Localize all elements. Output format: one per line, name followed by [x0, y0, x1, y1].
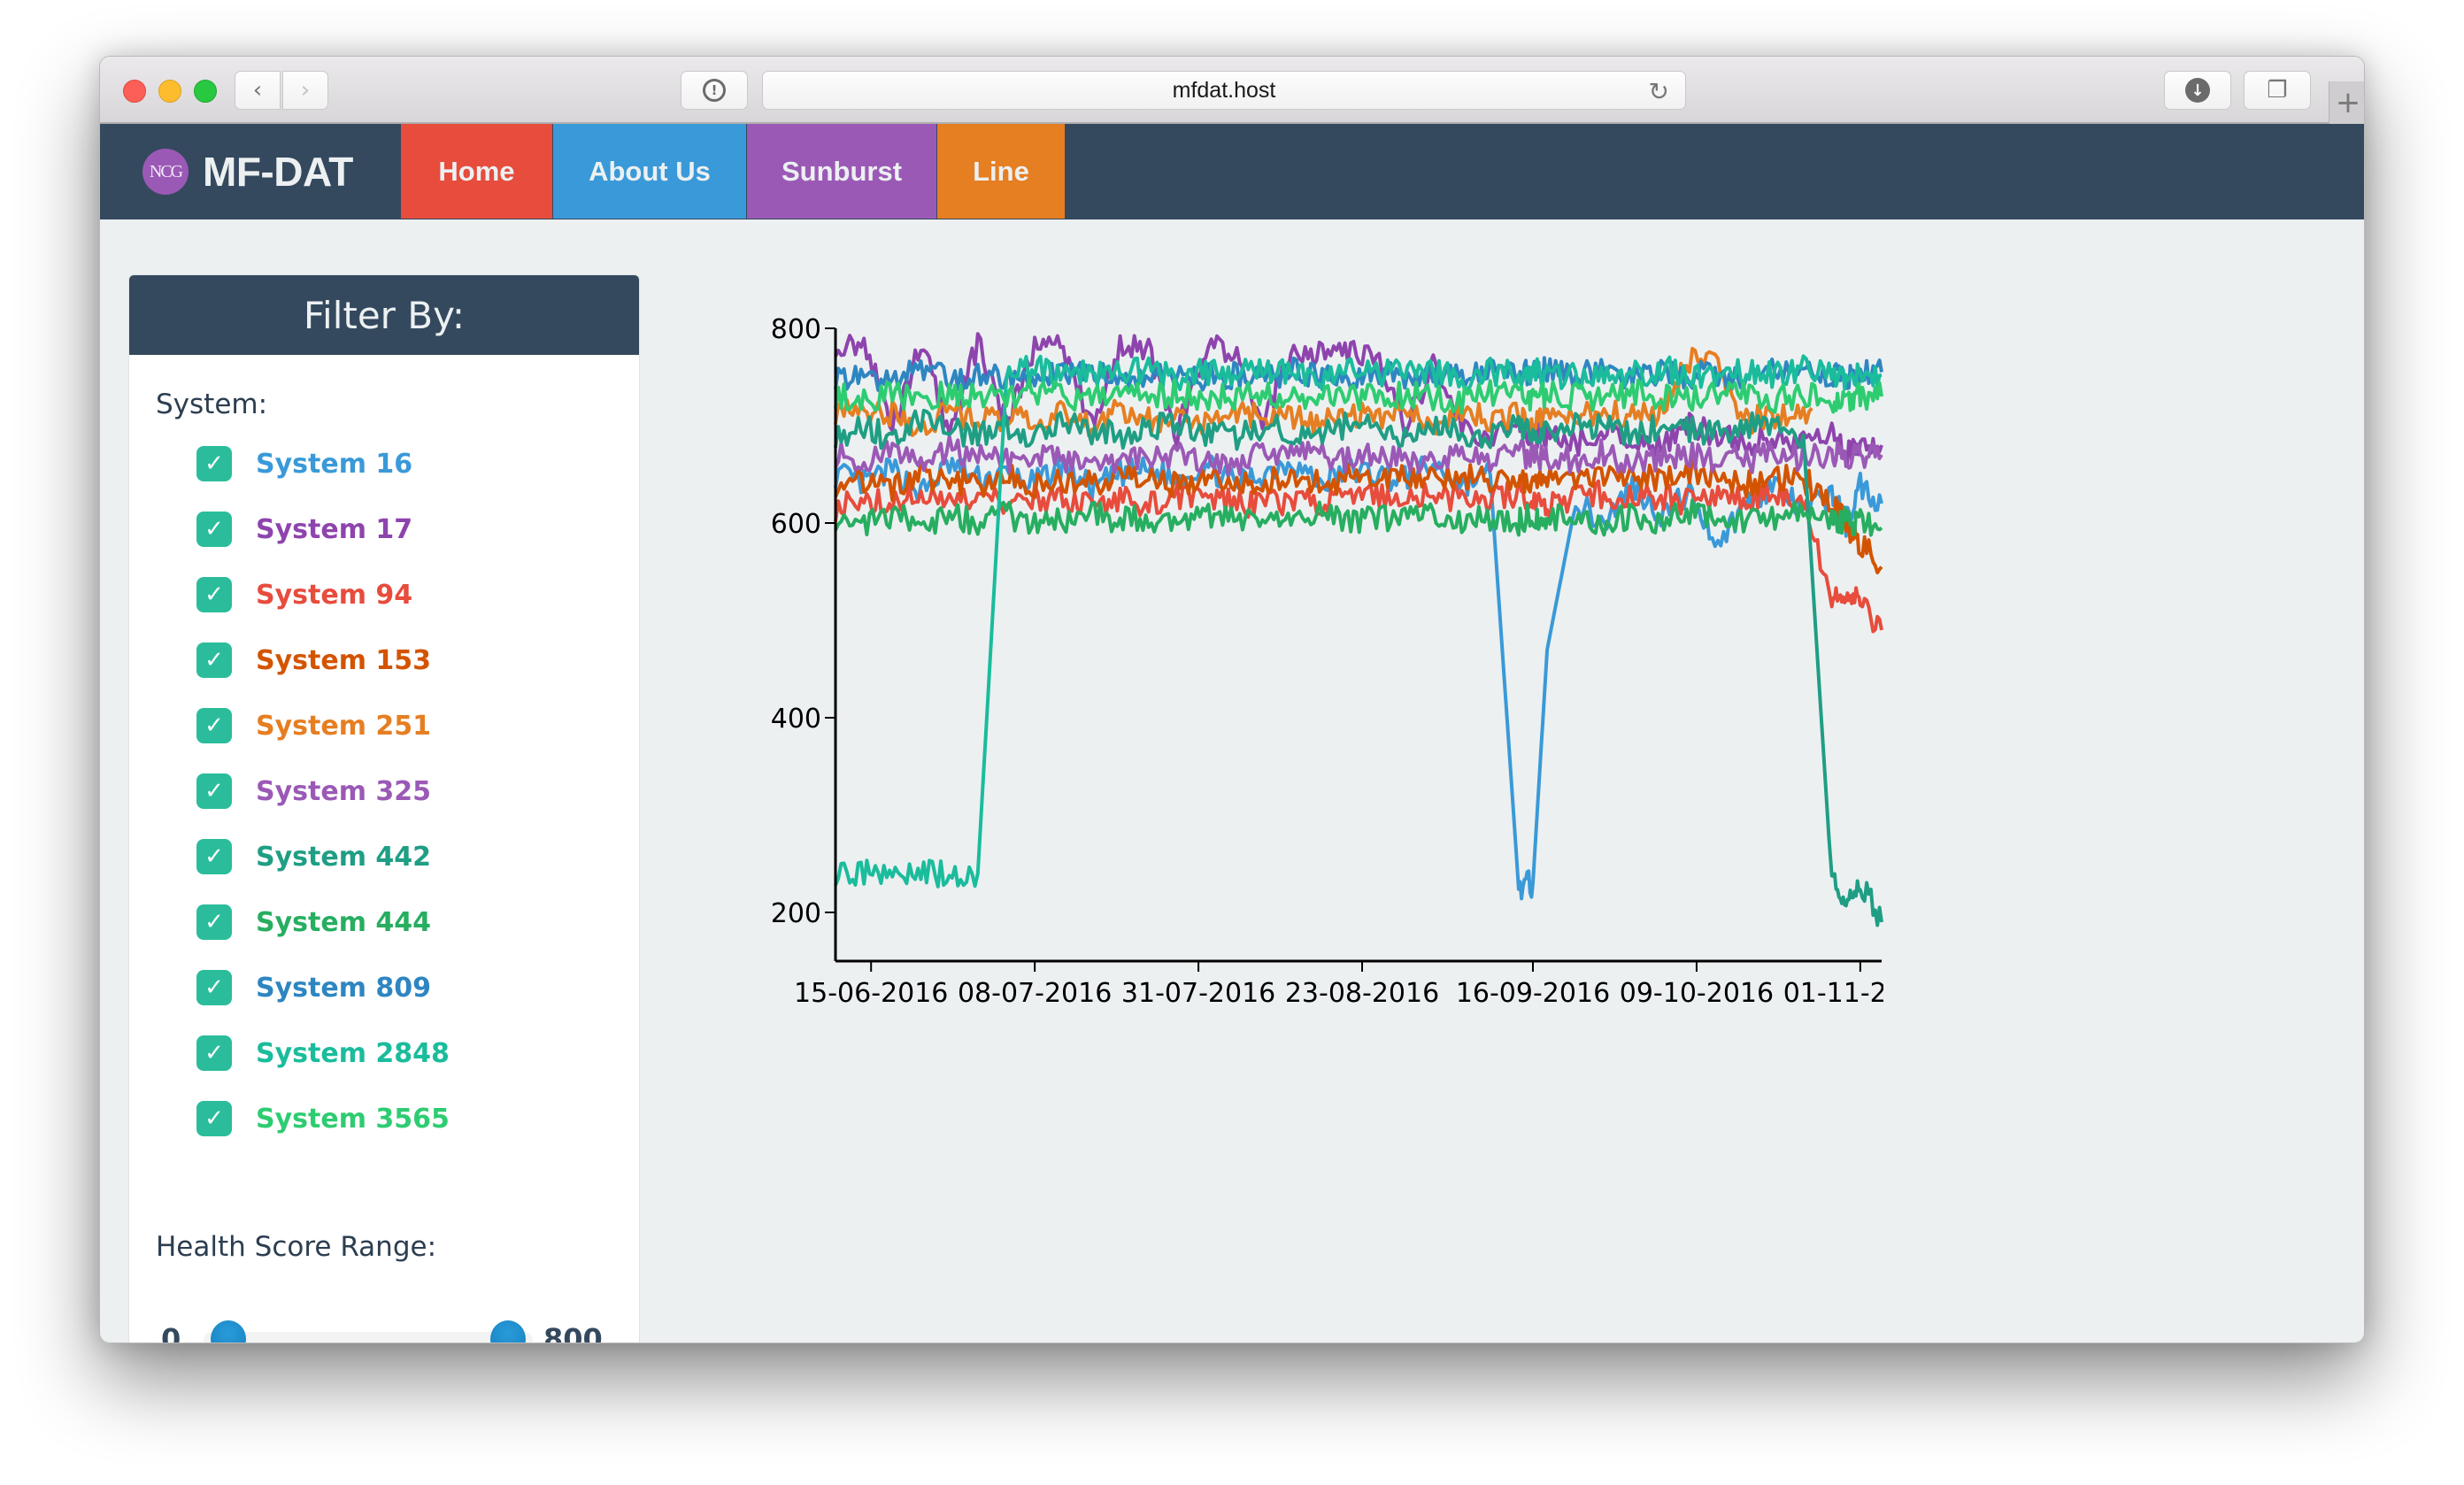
- system-label: System 16: [256, 448, 413, 480]
- nav-tab-sunburst[interactable]: Sunburst: [747, 124, 936, 219]
- back-button[interactable]: ‹: [235, 71, 281, 110]
- y-tick-label: 600: [771, 509, 821, 540]
- x-tick-label: 09-10-2016: [1620, 978, 1774, 1009]
- browser-window: ‹ › ! mfdat.host ↻ ↓ ❐ + NCG MF-DAT Home…: [99, 56, 2365, 1343]
- chart-axes: 200 400 600 800 15-06-2016 08-07-2016 31-07-20…: [771, 314, 1937, 1009]
- close-window-button[interactable]: [123, 80, 146, 103]
- system-checkbox-item[interactable]: ✓ System 153: [196, 642, 431, 678]
- x-tick-label: 23-08-2016: [1285, 978, 1439, 1009]
- download-icon: ↓: [2185, 78, 2210, 103]
- series-line-system-325: [834, 435, 1883, 477]
- series-line-system-16: [834, 454, 1883, 901]
- chevron-right-icon: ›: [300, 77, 311, 104]
- system-label: System 94: [256, 579, 413, 611]
- system-checkbox-item[interactable]: ✓ System 251: [196, 708, 431, 743]
- password-manager-button[interactable]: !: [681, 71, 748, 110]
- checkbox-checked-icon[interactable]: ✓: [196, 1101, 232, 1136]
- brand[interactable]: NCG MF-DAT: [142, 124, 353, 219]
- range-handle-low[interactable]: [211, 1320, 246, 1343]
- system-checkbox-item[interactable]: ✓ System 2848: [196, 1035, 450, 1071]
- maximize-window-button[interactable]: [194, 80, 217, 103]
- health-score-range-slider[interactable]: 0 800: [154, 1317, 614, 1343]
- y-tick-label: 400: [771, 704, 821, 735]
- system-label: System 809: [256, 972, 432, 1004]
- y-tick-label: 800: [771, 314, 821, 345]
- chevron-left-icon: ‹: [252, 77, 263, 104]
- nav-tab-line[interactable]: Line: [937, 124, 1065, 219]
- checkbox-checked-icon[interactable]: ✓: [196, 512, 232, 547]
- x-tick-label: 15-06-2016: [794, 978, 948, 1009]
- tab-overview-icon: ❐: [2267, 77, 2288, 104]
- system-checkbox-item[interactable]: ✓ System 94: [196, 577, 412, 612]
- series-line-system-2848: [834, 354, 1883, 889]
- series-line-system-3565: [834, 378, 1883, 415]
- system-label: System 442: [256, 841, 432, 873]
- browser-titlebar: ‹ › ! mfdat.host ↻ ↓ ❐ +: [100, 57, 2364, 124]
- checkbox-checked-icon[interactable]: ✓: [196, 446, 232, 481]
- system-label: System 325: [256, 775, 432, 807]
- address-bar[interactable]: mfdat.host ↻: [762, 71, 1686, 110]
- system-checkbox-item[interactable]: ✓ System 17: [196, 512, 412, 547]
- series-lines: [834, 332, 1883, 927]
- forward-button[interactable]: ›: [282, 71, 328, 110]
- reload-icon[interactable]: ↻: [1649, 77, 1669, 106]
- series-line-system-251: [834, 346, 1813, 438]
- filter-panel: Filter By: System: ✓ System 16 ✓ System 17 ✓…: [128, 274, 640, 1343]
- system-checkbox-item[interactable]: ✓ System 444: [196, 904, 431, 940]
- logo-icon: NCG: [142, 149, 189, 195]
- checkbox-checked-icon[interactable]: ✓: [196, 1035, 232, 1071]
- system-checkbox-item[interactable]: ✓ System 3565: [196, 1101, 450, 1136]
- series-line-system-94: [834, 479, 1883, 634]
- system-label: System 444: [256, 906, 432, 938]
- nav-tab-about-us[interactable]: About Us: [553, 124, 746, 219]
- x-tick-label: 08-07-2016: [958, 978, 1112, 1009]
- checkbox-checked-icon[interactable]: ✓: [196, 904, 232, 940]
- series-line-system-17: [834, 332, 1883, 468]
- range-handle-high[interactable]: [490, 1320, 526, 1343]
- range-slider-track[interactable]: [204, 1332, 533, 1343]
- x-tick-label: 31-07-2016: [1121, 978, 1275, 1009]
- minimize-window-button[interactable]: [158, 80, 181, 103]
- checkbox-checked-icon[interactable]: ✓: [196, 970, 232, 1005]
- range-max-label: 800: [543, 1322, 603, 1343]
- system-checkbox-item[interactable]: ✓ System 16: [196, 446, 412, 481]
- plus-icon: +: [2335, 85, 2361, 120]
- system-label: System 153: [256, 644, 432, 676]
- system-label: System 251: [256, 710, 432, 742]
- nav-tab-home[interactable]: Home: [401, 124, 552, 219]
- checkbox-checked-icon[interactable]: ✓: [196, 839, 232, 874]
- system-label: System 2848: [256, 1037, 450, 1069]
- system-checkbox-item[interactable]: ✓ System 442: [196, 839, 431, 874]
- new-tab-button[interactable]: +: [2329, 81, 2364, 124]
- checkbox-checked-icon[interactable]: ✓: [196, 577, 232, 612]
- filter-panel-header: Filter By:: [129, 275, 639, 355]
- system-checkbox-item[interactable]: ✓ System 325: [196, 773, 431, 809]
- downloads-button[interactable]: ↓: [2164, 71, 2231, 110]
- site-navbar: NCG MF-DAT Home About Us Sunburst Line: [100, 124, 2364, 219]
- system-checkbox-item[interactable]: ✓ System 809: [196, 970, 431, 1005]
- checkbox-checked-icon[interactable]: ✓: [196, 708, 232, 743]
- system-label: System 3565: [256, 1103, 450, 1135]
- system-label: System:: [156, 389, 268, 420]
- x-tick-label: 01-11-2016: [1783, 978, 1937, 1009]
- y-tick-label: 200: [771, 898, 821, 929]
- series-line-system-153: [834, 457, 1883, 574]
- url-text: mfdat.host: [1172, 77, 1276, 103]
- series-line-system-442: [834, 408, 1883, 927]
- password-manager-icon: !: [703, 79, 726, 102]
- brand-name: MF-DAT: [203, 149, 353, 195]
- series-line-system-444: [834, 498, 1883, 537]
- checkbox-checked-icon[interactable]: ✓: [196, 642, 232, 678]
- checkbox-checked-icon[interactable]: ✓: [196, 773, 232, 809]
- filter-title: Filter By:: [303, 293, 466, 337]
- health-score-label: Health Score Range:: [156, 1231, 437, 1263]
- range-min-label: 0: [161, 1322, 181, 1343]
- system-label: System 17: [256, 513, 413, 545]
- tab-overview-button[interactable]: ❐: [2244, 71, 2311, 110]
- x-tick-label: 16-09-2016: [1456, 978, 1610, 1009]
- series-line-system-809: [834, 356, 1883, 392]
